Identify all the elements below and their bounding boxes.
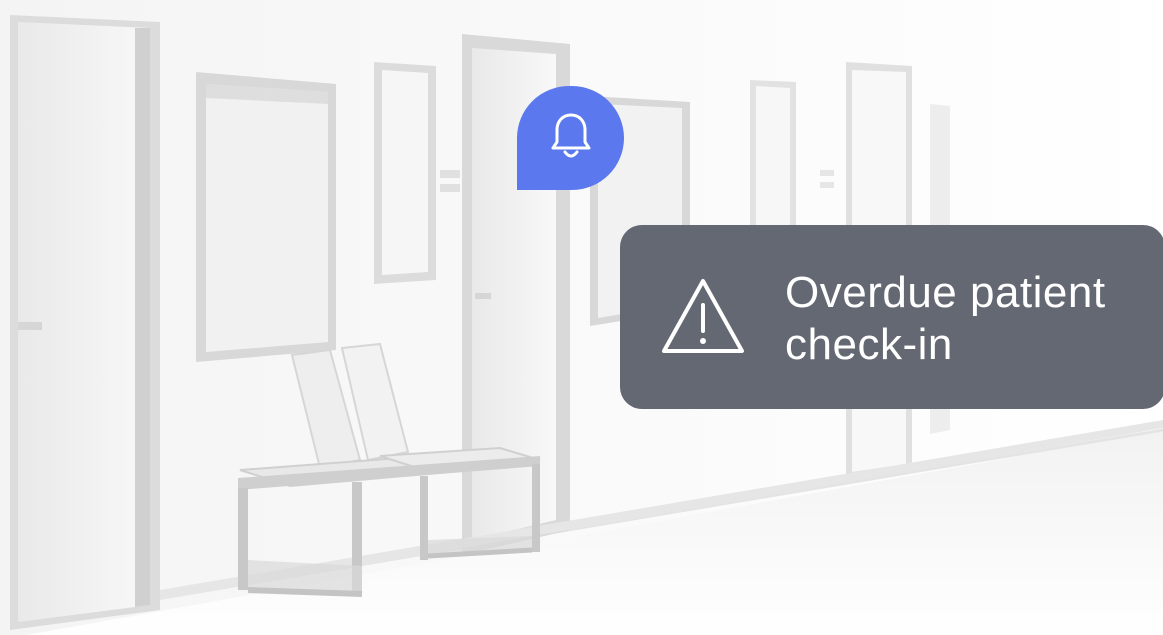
overdue-checkin-alert[interactable]: Overdue patient check-in bbox=[620, 225, 1163, 409]
alert-line-1: Overdue patient bbox=[785, 268, 1106, 317]
alert-message: Overdue patient check-in bbox=[785, 267, 1106, 371]
window-1 bbox=[196, 72, 336, 362]
door-left bbox=[10, 15, 160, 630]
warning-icon bbox=[658, 275, 748, 364]
notification-bell-marker[interactable] bbox=[517, 86, 624, 190]
bell-icon bbox=[549, 111, 593, 166]
alert-line-2: check-in bbox=[785, 320, 953, 369]
